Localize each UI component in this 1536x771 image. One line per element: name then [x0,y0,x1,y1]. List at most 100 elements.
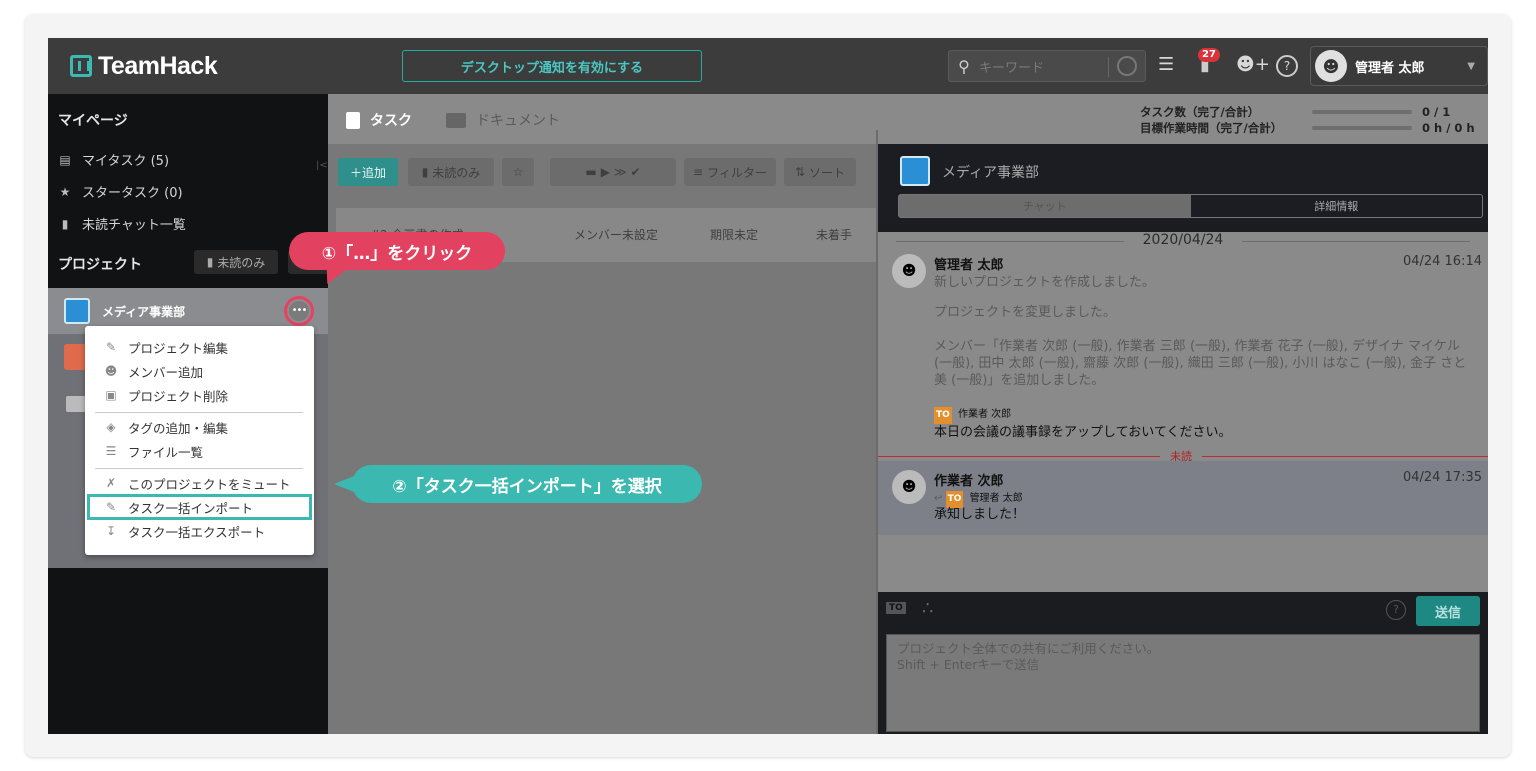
chevron-down-icon: ▼ [1467,60,1475,72]
teamhack-logo[interactable]: TeamHack [70,51,218,80]
star-icon: ★ [59,184,71,199]
layers-icon[interactable]: ☰ [1158,54,1174,75]
task-count-progress [1312,110,1412,114]
task-status[interactable]: 未着手 [816,226,852,243]
tab-chat[interactable]: チャット [899,195,1191,217]
menu-item-add-member[interactable]: ☻ メンバー追加 [103,360,203,382]
unread-only-label: 未読のみ [217,255,266,270]
help-icon[interactable]: ? [1386,600,1406,620]
teamhack-app: TeamHack デスクトップ通知を有効にする ⚲ キーワード ☰ ▮ 27 ☻… [48,38,1488,734]
doc-icon [346,111,360,129]
task-due[interactable]: 期限未定 [710,226,758,243]
sidebar-item-label: スタータスク (0) [82,186,183,201]
play-icon: ▶ [600,165,610,179]
send-button[interactable]: 送信 [1416,596,1480,626]
help-icon[interactable]: ? [1276,55,1298,77]
edit-icon: ✎ [105,340,117,354]
project-more-button[interactable]: ••• [284,296,314,326]
sidebar-item-my-tasks[interactable]: ▤ マイタスク (5) [58,150,169,170]
search-input[interactable]: キーワード [979,57,1044,76]
chat-messages: 2020/04/24 ☻ 管理者 太郎 04/24 16:14 新しいプロジェク… [878,232,1488,592]
task-count-value: 0 / 1 [1422,105,1451,119]
top-header: TeamHack デスクトップ通知を有効にする ⚲ キーワード ☰ ▮ 27 ☻… [48,38,1488,94]
avatar: ☻ [892,254,926,288]
sidebar-item-starred-tasks[interactable]: ★ スタータスク (0) [58,182,183,202]
menu-item-edit-project[interactable]: ✎ プロジェクト編集 [103,336,228,358]
logo-text: TeamHack [98,51,218,80]
collapse-sidebar-icon[interactable]: |< [316,160,328,171]
sort-button[interactable]: ⇅ ソート [784,158,856,186]
tab-documents[interactable]: ドキュメント [446,110,560,130]
book-icon [446,112,466,128]
chat-composer: TO ∴ ? 送信 プロジェクト全体での共有にご利用ください。 Shift + … [878,592,1488,734]
message-line: メンバー「作業者 次郎 (一般), 作業者 三郎 (一般), 作業者 花子 (一… [934,339,1467,388]
users-icon: ☻ [104,364,118,378]
task-count-label: タスク数（完了/合計） [1140,105,1260,119]
enable-desktop-notify-button[interactable]: デスクトップ通知を有効にする [402,50,702,82]
search-divider [1108,57,1109,77]
menu-item-mute-project[interactable]: ✗ このプロジェクトをミュート [103,472,291,494]
to-badge: TO [934,407,952,424]
sort-label: ソート [809,165,846,180]
tab-tasks[interactable]: タスク [346,110,412,130]
user-avatar: ☻ [1315,50,1347,82]
task-member[interactable]: メンバー未設定 [574,226,658,243]
menu-item-delete-project[interactable]: ▣ プロジェクト削除 [103,384,228,406]
menu-item-task-export[interactable]: ↧ タスク一括エクスポート [103,520,265,542]
chat-header: メディア事業部 チャット 詳細情報 [878,144,1488,224]
task-toolbar: ＋追加 ▮ 未読のみ ☆ ▬ ▶ ≫ ✔ ≡ フィルター ⇅ ソート [338,158,873,186]
menu-item-file-list[interactable]: ☰ ファイル一覧 [103,440,203,462]
folder-icon[interactable] [66,396,86,412]
message-line: 新しいプロジェクトを作成しました。 [934,275,1156,290]
filter-icon: ≡ [693,165,704,179]
hours-progress [1312,126,1412,130]
menu-item-tags[interactable]: ◈ タグの追加・編集 [103,416,228,438]
unread-only-toggle[interactable]: ▮ 未読のみ [194,250,278,274]
status-buttons[interactable]: ▬ ▶ ≫ ✔ [550,158,676,186]
attach-icon[interactable]: ∴ [922,598,933,619]
chat-icon: ▮ [206,255,214,269]
menu-item-task-import[interactable]: ✎ タスク一括インポート [103,496,253,518]
menu-item-label: プロジェクト編集 [128,340,229,356]
menu-divider [95,412,303,413]
message-line: プロジェクトを変更しました。 [934,305,1117,320]
tag-icon: ◈ [106,420,116,434]
tab-details[interactable]: 詳細情報 [1191,195,1483,217]
project-board-icon [900,156,930,186]
date-divider: 2020/04/24 [878,232,1488,248]
pause-icon: ▬ [585,165,597,179]
star-filter-button[interactable]: ☆ [502,158,534,186]
message-time: 04/24 17:35 [1402,470,1482,485]
message-author: 作業者 次郎 [934,474,1004,489]
search-box[interactable]: ⚲ キーワード [948,50,1146,82]
message-time: 04/24 16:14 [1402,254,1482,269]
search-settings-icon[interactable] [1117,56,1137,76]
menu-item-label: タグの追加・編集 [128,420,229,436]
reply-icon: ↩ [934,493,943,504]
hours-value: 0 h / 0 h [1422,121,1475,135]
to-button[interactable]: TO [886,602,906,614]
task-stats: タスク数（完了/合計） 0 / 1 目標作業時間（完了/合計） 0 h / 0 h [1140,104,1475,136]
project-context-menu: ✎ プロジェクト編集 ☻ メンバー追加 ▣ プロジェクト削除 ◈ タグの追加・編集 ☰ フ… [85,326,314,555]
sidebar-item-label: 未読チャット一覧 [82,218,186,233]
trash-icon: ▣ [105,388,117,402]
project-board-icon [64,298,90,324]
chat-input[interactable]: プロジェクト全体での共有にご利用ください。 Shift + Enterキーで送信 [886,634,1480,732]
tab-documents-label: ドキュメント [476,113,560,129]
sidebar-item-unread-chats[interactable]: ▮ 未読チャット一覧 [58,214,186,234]
to-recipient: 作業者 次郎 [957,409,1012,420]
chat-panel: メディア事業部 チャット 詳細情報 2020/04/24 ☻ 管理者 太郎 04… [878,144,1488,734]
user-menu[interactable]: ☻ 管理者 太郎 ▼ [1310,46,1488,86]
project-name: メディア事業部 [102,305,186,319]
mute-icon: ✗ [105,476,117,490]
add-user-icon[interactable]: ☻+ [1236,54,1270,75]
sort-icon: ⇅ [794,165,806,179]
message-line: 本日の会議の議事録をアップしておいてください。 [934,425,1232,440]
message-to: TO 作業者 次郎 [934,406,1474,424]
filter-button[interactable]: ≡ フィルター [684,158,776,186]
unread-only-filter-button[interactable]: ▮ 未読のみ [408,158,494,186]
menu-item-label: このプロジェクトをミュート [128,476,291,492]
chat-project-name: メディア事業部 [942,165,1040,181]
add-task-button[interactable]: ＋追加 [338,158,398,186]
to-recipient: 管理者 太郎 [969,493,1023,504]
